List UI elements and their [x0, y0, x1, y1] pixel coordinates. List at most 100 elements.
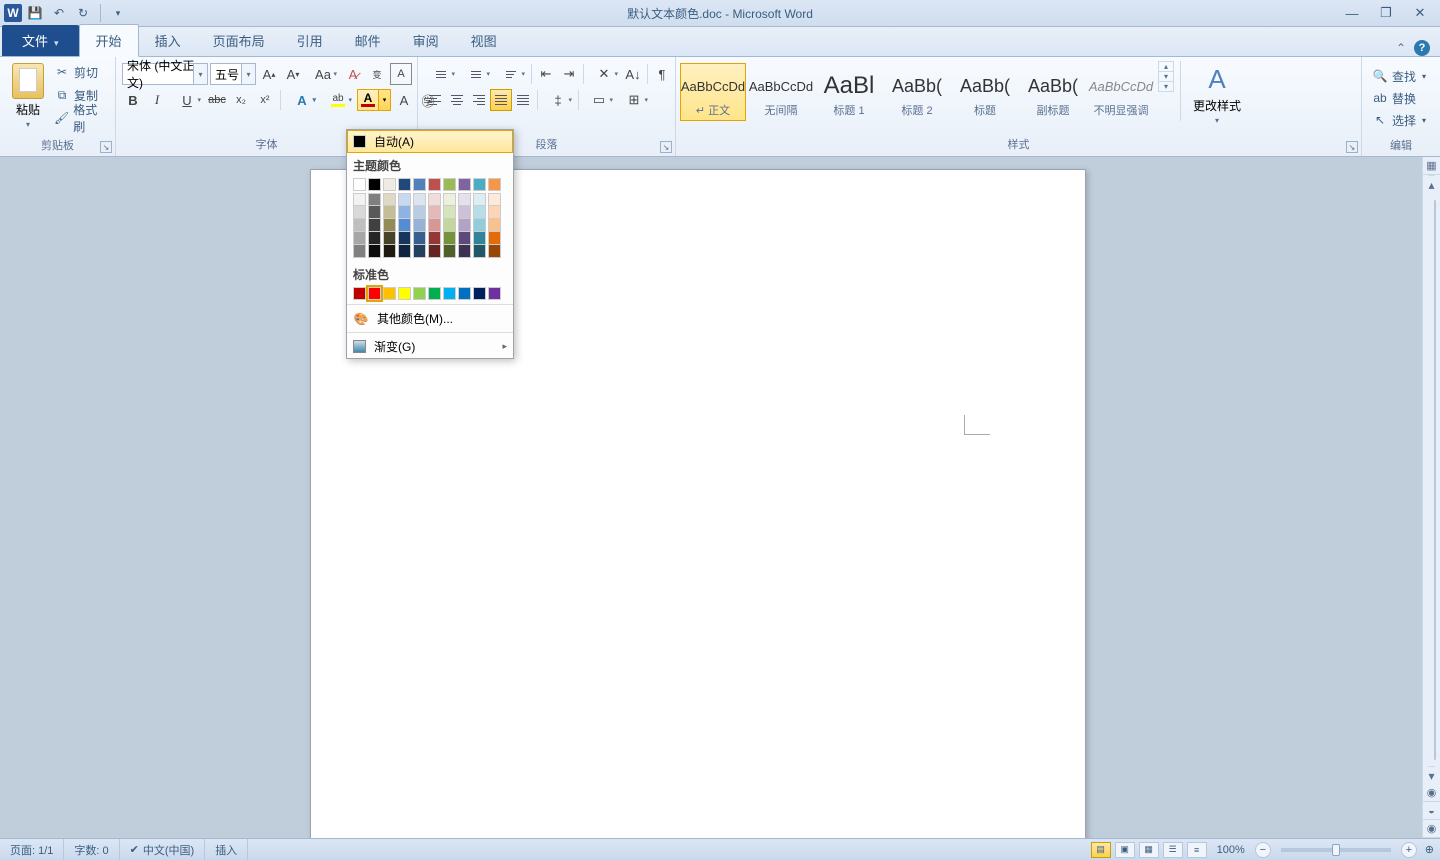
color-swatch[interactable] [383, 219, 396, 232]
full-screen-view-button[interactable]: ▣ [1115, 842, 1135, 858]
zoom-out-button[interactable]: − [1255, 842, 1271, 858]
styles-dialog-launcher[interactable]: ↘ [1346, 141, 1358, 153]
replace-button[interactable]: ab替换 [1368, 87, 1430, 109]
color-swatch[interactable] [398, 232, 411, 245]
color-swatch[interactable] [458, 232, 471, 245]
color-swatch[interactable] [413, 287, 426, 300]
clipboard-dialog-launcher[interactable]: ↘ [100, 141, 112, 153]
color-swatch[interactable] [443, 193, 456, 206]
status-insert-mode[interactable]: 插入 [205, 839, 248, 860]
chevron-down-icon[interactable]: ▾ [241, 64, 255, 84]
print-layout-view-button[interactable]: ▤ [1091, 842, 1111, 858]
strikethrough-button[interactable]: abc [206, 89, 228, 111]
font-family-combo[interactable]: 宋体 (中文正文)▾ [122, 63, 208, 85]
numbering-button[interactable] [459, 63, 493, 85]
character-border-button[interactable]: A [390, 63, 412, 85]
color-swatch[interactable] [353, 287, 366, 300]
tab-home[interactable]: 开始 [79, 24, 139, 57]
multilevel-list-button[interactable] [494, 63, 528, 85]
color-swatch[interactable] [383, 206, 396, 219]
tab-mailings[interactable]: 邮件 [339, 25, 397, 56]
underline-button[interactable]: U [170, 89, 204, 111]
style-item[interactable]: AaBl标题 1 [816, 63, 882, 121]
color-swatch[interactable] [398, 193, 411, 206]
web-layout-view-button[interactable]: ▦ [1139, 842, 1159, 858]
minimize-ribbon-icon[interactable]: ⌃ [1396, 41, 1406, 55]
tab-file[interactable]: 文件 [2, 25, 79, 56]
color-swatch[interactable] [488, 287, 501, 300]
color-swatch[interactable] [413, 178, 426, 191]
outline-view-button[interactable]: ☰ [1163, 842, 1183, 858]
styles-expand[interactable]: ▾ [1159, 82, 1173, 91]
color-swatch[interactable] [383, 178, 396, 191]
phonetic-guide-button[interactable]: 变 [366, 63, 388, 85]
color-swatch[interactable] [473, 219, 486, 232]
bullets-button[interactable] [424, 63, 458, 85]
italic-button[interactable]: I [146, 89, 168, 111]
document-area[interactable] [0, 157, 1422, 838]
zoom-level[interactable]: 100% [1217, 844, 1245, 856]
superscript-button[interactable]: x² [254, 89, 276, 111]
bold-button[interactable]: B [122, 89, 144, 111]
color-swatch[interactable] [443, 232, 456, 245]
status-page[interactable]: 页面: 1/1 [0, 839, 64, 860]
style-item[interactable]: AaBbCcDd不明显强调 [1088, 63, 1154, 121]
status-language[interactable]: ✔中文(中国) [120, 839, 206, 860]
color-swatch[interactable] [413, 193, 426, 206]
chevron-down-icon[interactable]: ▾ [193, 64, 207, 84]
color-swatch[interactable] [473, 193, 486, 206]
save-icon[interactable]: 💾 [24, 2, 46, 24]
zoom-slider[interactable] [1281, 848, 1391, 852]
browse-object-button[interactable]: ◒ [1423, 802, 1440, 820]
align-right-button[interactable] [468, 89, 490, 111]
subscript-button[interactable]: x₂ [230, 89, 252, 111]
color-swatch[interactable] [488, 232, 501, 245]
font-color-dropdown[interactable]: ▾ [378, 90, 390, 110]
align-center-button[interactable] [446, 89, 468, 111]
color-swatch[interactable] [428, 219, 441, 232]
color-swatch[interactable] [443, 178, 456, 191]
word-app-icon[interactable]: W [4, 4, 22, 22]
color-auto-row[interactable]: 自动(A) [347, 130, 513, 153]
style-item[interactable]: AaBbCcDd无间隔 [748, 63, 814, 121]
color-swatch[interactable] [398, 287, 411, 300]
color-swatch[interactable] [383, 245, 396, 258]
color-swatch[interactable] [488, 206, 501, 219]
color-swatch[interactable] [458, 219, 471, 232]
align-left-button[interactable] [424, 89, 446, 111]
next-page-button[interactable]: ◉ [1423, 820, 1440, 838]
color-swatch[interactable] [488, 193, 501, 206]
paragraph-dialog-launcher[interactable]: ↘ [660, 141, 672, 153]
color-swatch[interactable] [353, 232, 366, 245]
font-size-combo[interactable]: 五号▾ [210, 63, 256, 85]
borders-button[interactable]: ⊞ [617, 89, 651, 111]
tab-insert[interactable]: 插入 [139, 25, 197, 56]
paste-button[interactable]: 粘贴 ▾ [6, 61, 50, 131]
style-item[interactable]: AaBbCcDd↵ 正文 [680, 63, 746, 121]
show-hide-marks-button[interactable]: ¶ [651, 63, 673, 85]
increase-indent-button[interactable]: ⇥ [558, 63, 580, 85]
redo-icon[interactable]: ↻ [72, 2, 94, 24]
color-swatch[interactable] [488, 178, 501, 191]
color-swatch[interactable] [458, 206, 471, 219]
close-icon[interactable]: ✕ [1406, 4, 1434, 22]
help-icon[interactable]: ? [1414, 40, 1430, 56]
color-swatch[interactable] [413, 232, 426, 245]
color-swatch[interactable] [368, 206, 381, 219]
color-swatch[interactable] [398, 245, 411, 258]
restore-icon[interactable]: ❐ [1372, 4, 1400, 22]
color-swatch[interactable] [473, 245, 486, 258]
shading-button[interactable]: ▭ [582, 89, 616, 111]
color-swatch[interactable] [383, 287, 396, 300]
tab-review[interactable]: 审阅 [397, 25, 455, 56]
color-swatch[interactable] [458, 245, 471, 258]
text-effects-button[interactable]: A [285, 89, 319, 111]
color-swatch[interactable] [353, 193, 366, 206]
line-spacing-button[interactable]: ‡ [541, 89, 575, 111]
scroll-up-button[interactable]: ▴ [1428, 175, 1434, 193]
color-swatch[interactable] [473, 287, 486, 300]
color-swatch[interactable] [428, 206, 441, 219]
shrink-font-button[interactable]: A▾ [282, 63, 304, 85]
scroll-thumb[interactable] [1434, 200, 1436, 760]
decrease-indent-button[interactable]: ⇤ [535, 63, 557, 85]
